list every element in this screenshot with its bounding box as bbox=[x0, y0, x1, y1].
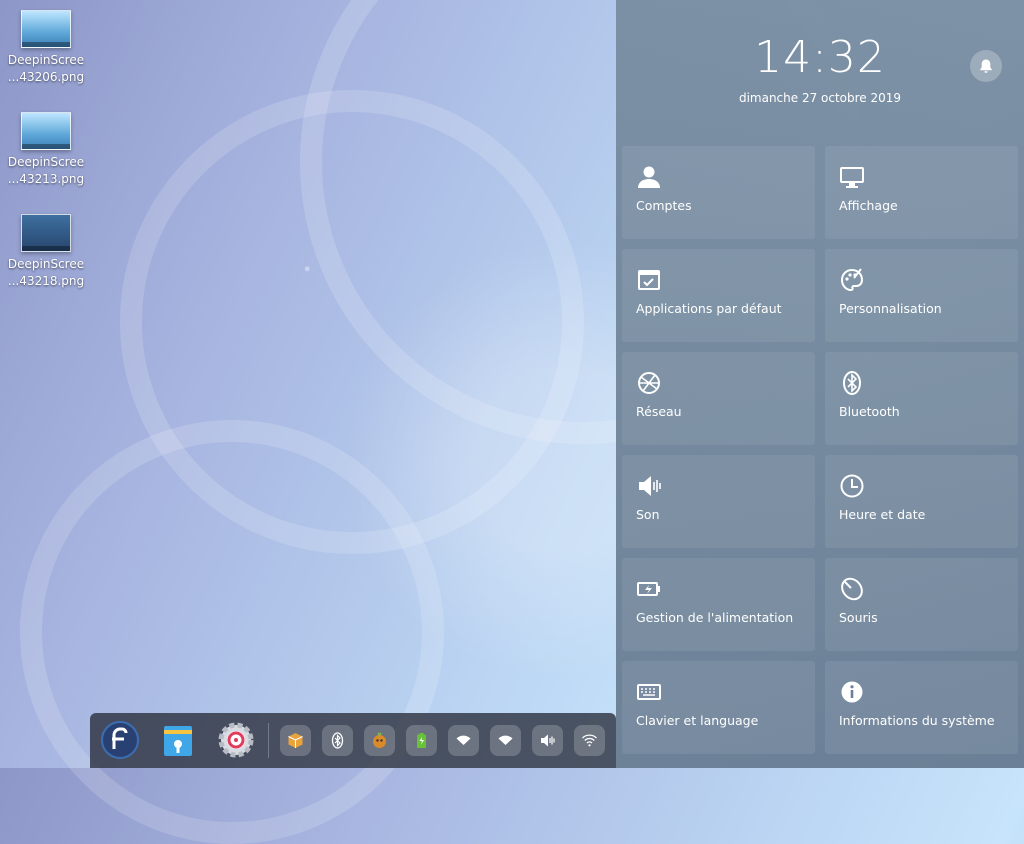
clock-icon bbox=[840, 474, 864, 498]
tile-label: Réseau bbox=[636, 404, 682, 419]
tile-label: Bluetooth bbox=[839, 404, 900, 419]
speaker-icon bbox=[639, 476, 661, 496]
tile-personnalisation[interactable]: Personnalisation bbox=[825, 249, 1018, 342]
tile-gestion-alimentation[interactable]: Gestion de l'alimentation bbox=[622, 558, 815, 651]
file-name: ...43213.png bbox=[7, 172, 85, 186]
tray-app[interactable] bbox=[364, 725, 395, 756]
wallpaper-decoration bbox=[120, 90, 584, 554]
tile-son[interactable]: Son bbox=[622, 455, 815, 548]
tile-affichage[interactable]: Affichage bbox=[825, 146, 1018, 239]
network-icon bbox=[638, 372, 660, 394]
mouse-icon bbox=[841, 577, 863, 601]
image-thumbnail-icon bbox=[21, 112, 71, 150]
tile-label: Heure et date bbox=[839, 507, 926, 522]
tray-wifi[interactable] bbox=[490, 725, 521, 756]
tray-wifi[interactable] bbox=[448, 725, 479, 756]
tile-clavier-et-language[interactable]: Clavier et language bbox=[622, 661, 815, 754]
wallpaper-decoration bbox=[20, 420, 444, 844]
app-icon bbox=[373, 732, 386, 748]
image-thumbnail-icon bbox=[21, 10, 71, 48]
tray-volume[interactable] bbox=[532, 725, 563, 756]
keyboard-icon bbox=[637, 684, 661, 700]
tile-reseau[interactable]: Réseau bbox=[622, 352, 815, 445]
desktop-file[interactable]: DeepinScree ...43218.png bbox=[6, 214, 86, 290]
monitor-icon bbox=[840, 167, 864, 188]
package-icon bbox=[288, 733, 303, 748]
tile-label: Affichage bbox=[839, 198, 898, 213]
clock-date: dimanche 27 octobre 2019 bbox=[738, 91, 902, 105]
clock-time: 14:32 bbox=[754, 32, 886, 83]
tile-bluetooth[interactable]: Bluetooth bbox=[825, 352, 1018, 445]
file-name: ...43206.png bbox=[7, 70, 85, 84]
tile-label: Applications par défaut bbox=[636, 301, 782, 316]
default-apps-icon bbox=[638, 270, 660, 290]
wireless-icon bbox=[582, 734, 597, 747]
dock-separator bbox=[268, 723, 269, 758]
dock bbox=[90, 713, 616, 768]
tile-label: Clavier et language bbox=[636, 713, 759, 728]
tile-applications-par-defaut[interactable]: Applications par défaut bbox=[622, 249, 815, 342]
tile-label: Comptes bbox=[636, 198, 692, 213]
tile-souris[interactable]: Souris bbox=[825, 558, 1018, 651]
file-name: DeepinScree bbox=[7, 257, 85, 271]
tile-label: Souris bbox=[839, 610, 878, 625]
battery-icon bbox=[637, 582, 660, 596]
file-name: ...43218.png bbox=[7, 274, 85, 288]
file-name: DeepinScree bbox=[7, 155, 85, 169]
wifi-icon bbox=[498, 735, 513, 745]
fedora-launcher-icon[interactable] bbox=[100, 720, 140, 760]
bluetooth-icon bbox=[843, 371, 861, 395]
file-name: DeepinScree bbox=[7, 53, 85, 67]
tray-battery[interactable] bbox=[406, 725, 437, 756]
battery-icon bbox=[417, 733, 426, 748]
tile-label: Informations du système bbox=[839, 713, 995, 728]
desktop-file[interactable]: DeepinScree ...43206.png bbox=[6, 10, 86, 86]
info-icon bbox=[841, 681, 863, 703]
tile-comptes[interactable]: Comptes bbox=[622, 146, 815, 239]
bluetooth-icon bbox=[331, 732, 344, 749]
tray-package[interactable] bbox=[280, 725, 311, 756]
settings-gear-icon[interactable] bbox=[216, 720, 256, 760]
tile-label: Personnalisation bbox=[839, 301, 942, 316]
tile-label: Son bbox=[636, 507, 660, 522]
bell-icon bbox=[980, 59, 992, 73]
notifications-button[interactable] bbox=[970, 50, 1002, 82]
palette-icon bbox=[840, 268, 864, 292]
tray-wireless[interactable] bbox=[574, 725, 605, 756]
tile-label: Gestion de l'alimentation bbox=[636, 610, 794, 625]
desktop-file[interactable]: DeepinScree ...43213.png bbox=[6, 112, 86, 188]
control-center-panel: 14:32 dimanche 27 octobre 2019 Comptes A… bbox=[616, 0, 1024, 768]
file-manager-icon[interactable] bbox=[158, 720, 198, 760]
wifi-icon bbox=[456, 735, 471, 745]
tray-bluetooth[interactable] bbox=[322, 725, 353, 756]
volume-icon bbox=[541, 734, 555, 747]
user-icon bbox=[638, 166, 660, 188]
tile-heure-et-date[interactable]: Heure et date bbox=[825, 455, 1018, 548]
image-thumbnail-icon bbox=[21, 214, 71, 252]
tile-informations-du-systeme[interactable]: Informations du système bbox=[825, 661, 1018, 754]
